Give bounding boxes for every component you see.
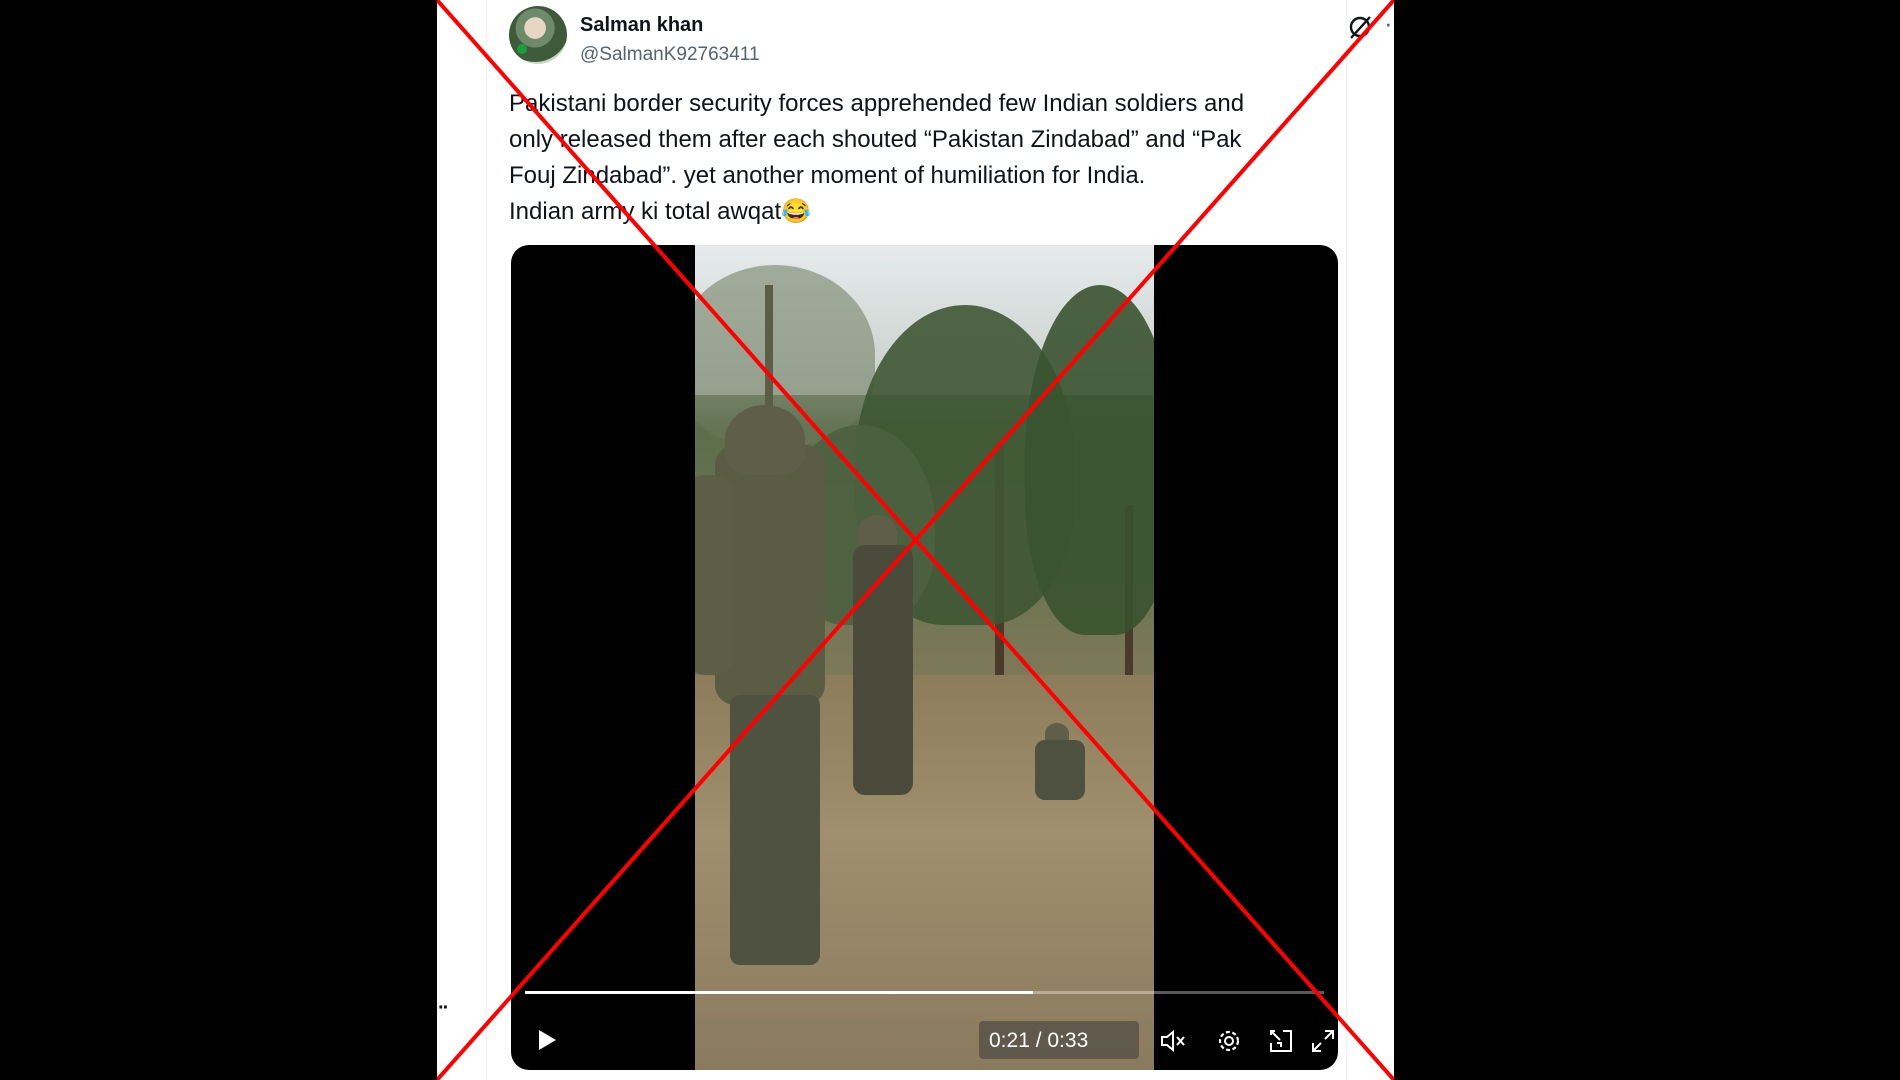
tweet-text: Pakistani border security forces apprehe…	[509, 86, 1329, 230]
tweet-header: Salman khan @SalmanK92763411 ···	[509, 6, 1394, 68]
tweet-text-line: Fouj Zindabad”. yet another moment of hu…	[509, 162, 1146, 189]
soldier-figure	[853, 545, 913, 795]
settings-icon[interactable]	[1215, 1027, 1243, 1055]
video-progress-bar[interactable]	[525, 991, 1324, 994]
more-options-icon[interactable]: ···	[1384, 10, 1394, 36]
tweet-card: Salman khan @SalmanK92763411 ··· Pakista…	[437, 0, 1394, 1080]
mute-icon[interactable]	[1159, 1027, 1187, 1055]
side-dots: ··	[438, 997, 449, 1019]
avatar-badge	[517, 44, 527, 54]
soldier-legs	[730, 695, 820, 965]
tweet-text-line: only released them after each shouted “P…	[509, 126, 1242, 153]
avatar[interactable]	[509, 6, 567, 64]
time-display: 0:21 / 0:33	[989, 1029, 1089, 1052]
tweet-text-line: Indian army ki total awqat😂	[509, 198, 812, 225]
fullscreen-icon[interactable]	[1309, 1027, 1337, 1055]
soldier-arm	[695, 475, 735, 675]
video-player[interactable]: 0:21 / 0:33	[511, 245, 1338, 1070]
user-handle[interactable]: @SalmanK92763411	[580, 44, 760, 66]
exit-dock-icon[interactable]	[1267, 1027, 1295, 1055]
soldier-helmet	[725, 405, 805, 475]
video-progress-fill	[525, 991, 1034, 994]
video-controls: 0:21 / 0:33	[511, 1015, 1338, 1065]
user-name[interactable]: Salman khan	[580, 14, 703, 37]
soldier-figure	[1035, 740, 1085, 800]
tweet-text-line: Pakistani border security forces apprehe…	[509, 90, 1245, 117]
grok-icon[interactable]	[1347, 14, 1373, 40]
play-icon[interactable]	[531, 1025, 561, 1055]
video-frame[interactable]	[695, 245, 1154, 1070]
